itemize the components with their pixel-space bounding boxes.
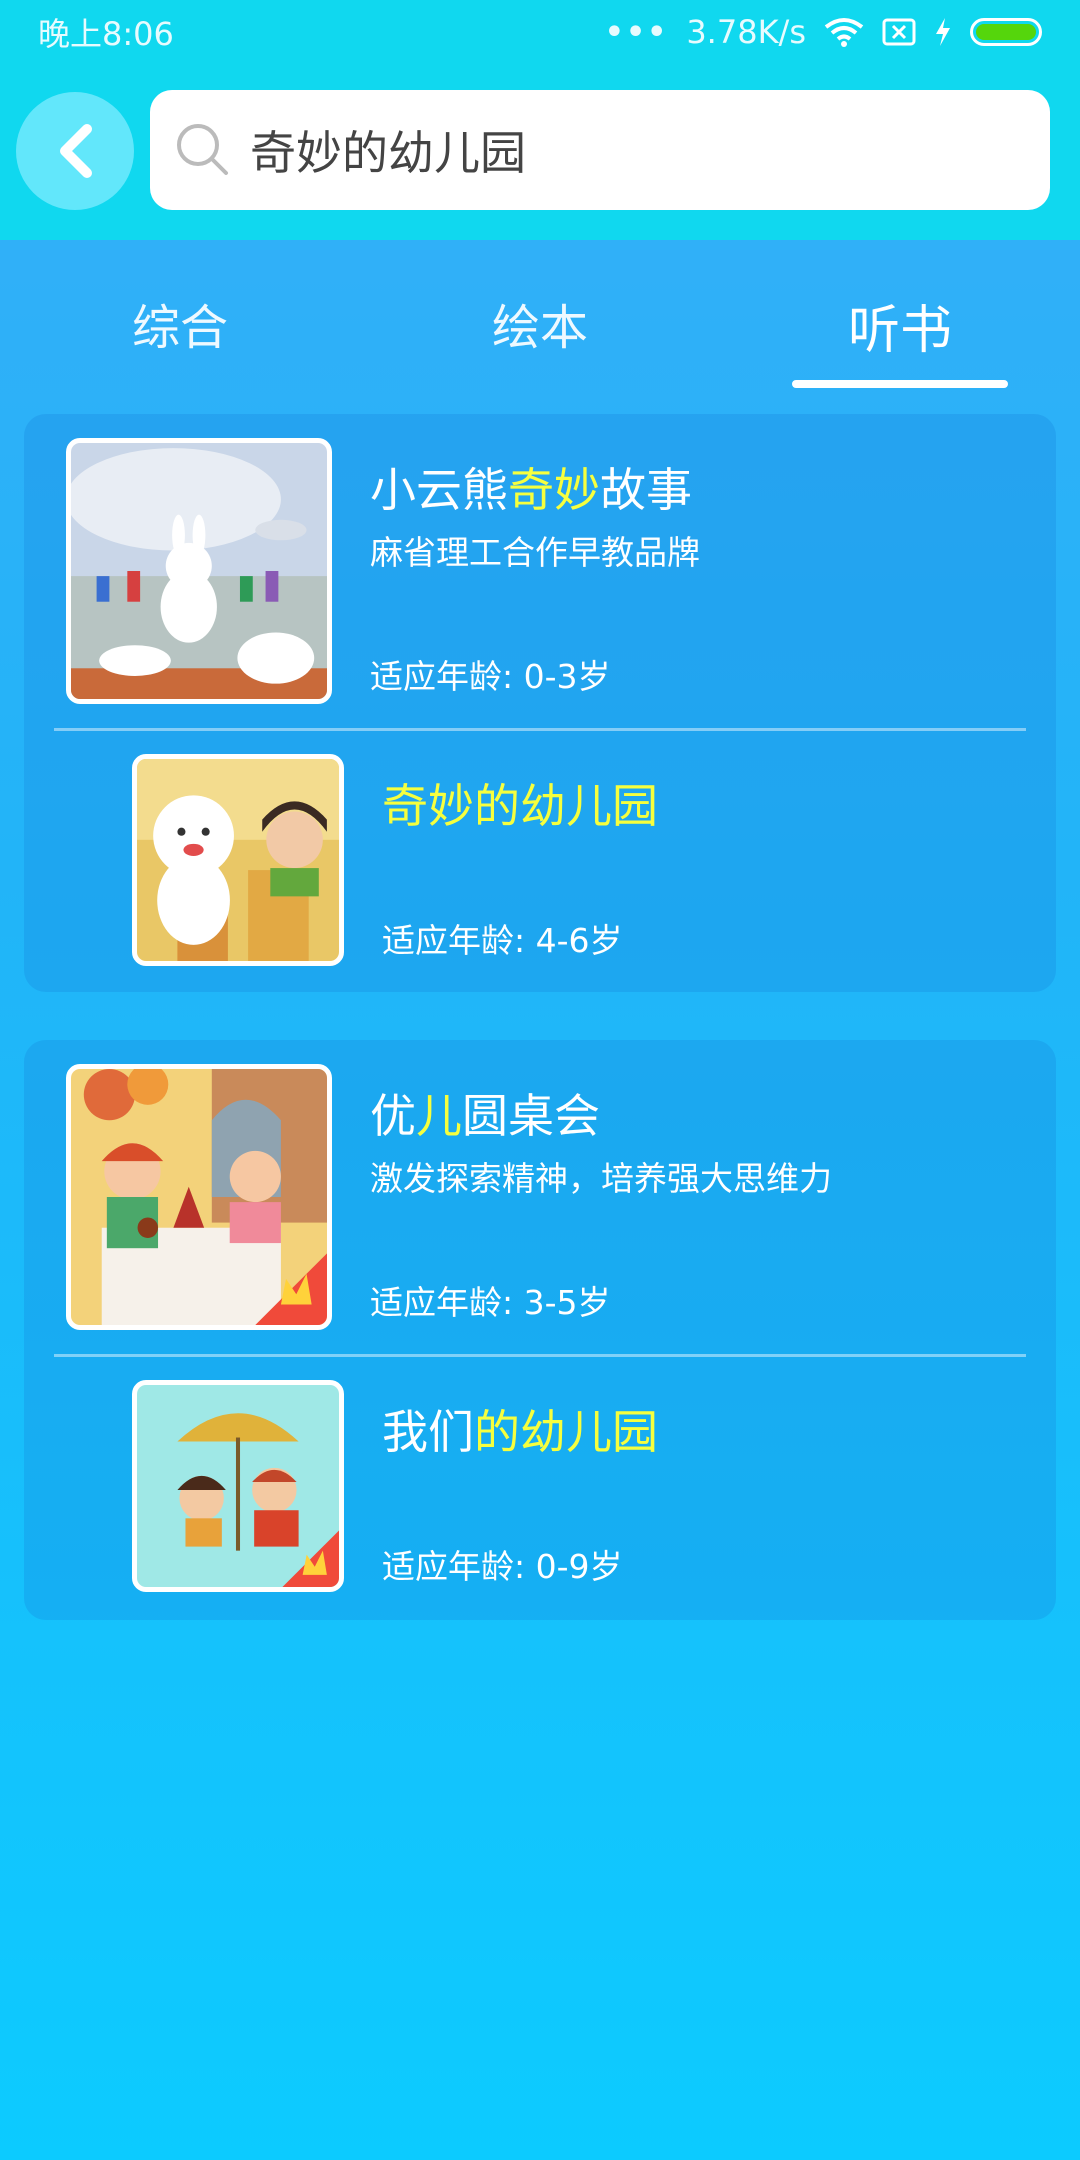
title-highlight: 奇妙的幼儿园 bbox=[382, 779, 658, 833]
no-sim-icon bbox=[882, 18, 916, 46]
status-icons: ••• 3.78K/s bbox=[605, 13, 1042, 51]
more-dots-icon: ••• bbox=[604, 14, 669, 50]
result-card: 小云熊奇妙故事 麻省理工合作早教品牌 适应年龄: 0-3岁 奇妙的幼儿园 适应年… bbox=[24, 414, 1056, 992]
divider bbox=[54, 1354, 1026, 1357]
chevron-left-icon bbox=[60, 124, 92, 178]
title-text: 我们 bbox=[382, 1405, 474, 1459]
title-highlight: 的幼儿园 bbox=[474, 1405, 658, 1459]
status-bar: 晚上8:06 ••• 3.78K/s bbox=[0, 0, 1080, 64]
episode-title[interactable]: 奇妙的幼儿园 bbox=[382, 770, 658, 836]
result-card: 优儿圆桌会 激发探索精神，培养强大思维力 适应年龄: 3-5岁 我们的幼儿园 适… bbox=[24, 1040, 1056, 1620]
search-input[interactable] bbox=[250, 123, 1030, 177]
episode-cover-art bbox=[137, 1385, 339, 1587]
tab-comprehensive[interactable]: 综合 bbox=[70, 288, 290, 358]
age-range: 适应年龄: 0-3岁 bbox=[370, 657, 611, 696]
age-range: 适应年龄: 3-5岁 bbox=[370, 1283, 611, 1322]
age-range: 适应年龄: 0-9岁 bbox=[382, 1547, 623, 1586]
battery-icon bbox=[970, 18, 1042, 46]
charging-icon bbox=[936, 18, 950, 46]
episode-title[interactable]: 我们的幼儿园 bbox=[382, 1396, 658, 1462]
album-cover[interactable] bbox=[66, 438, 332, 704]
title-highlight: 儿 bbox=[416, 1089, 462, 1143]
search-box[interactable] bbox=[150, 90, 1050, 210]
episode-cover[interactable] bbox=[132, 754, 344, 966]
network-speed: 3.78K/s bbox=[686, 13, 806, 51]
back-button[interactable] bbox=[16, 92, 134, 210]
wifi-icon bbox=[824, 18, 864, 47]
album-cover[interactable] bbox=[66, 1064, 332, 1330]
status-time: 晚上8:06 bbox=[38, 15, 174, 53]
battery-level bbox=[976, 24, 1036, 40]
tab-picture-books[interactable]: 绘本 bbox=[430, 288, 650, 358]
episode-cover-art bbox=[137, 759, 339, 961]
active-tab-indicator bbox=[792, 380, 1008, 388]
album-description: 激发探索精神，培养强大思维力 bbox=[370, 1159, 832, 1198]
title-highlight: 奇妙 bbox=[508, 463, 600, 517]
age-range: 适应年龄: 4-6岁 bbox=[382, 921, 623, 960]
album-title[interactable]: 小云熊奇妙故事 bbox=[370, 454, 692, 520]
title-text: 故事 bbox=[600, 463, 692, 517]
album-title[interactable]: 优儿圆桌会 bbox=[370, 1080, 600, 1146]
title-text: 小云熊 bbox=[370, 463, 508, 517]
divider bbox=[54, 728, 1026, 731]
tab-bar: 综合 绘本 听书 bbox=[0, 240, 1080, 390]
title-text: 优 bbox=[370, 1089, 416, 1143]
title-text: 圆桌会 bbox=[462, 1089, 600, 1143]
episode-cover[interactable] bbox=[132, 1380, 344, 1592]
album-description: 麻省理工合作早教品牌 bbox=[370, 533, 700, 572]
header bbox=[0, 64, 1080, 240]
search-icon bbox=[177, 124, 228, 175]
album-cover-art bbox=[71, 443, 327, 699]
tab-audiobooks[interactable]: 听书 bbox=[790, 288, 1010, 363]
album-cover-art bbox=[71, 1069, 327, 1325]
